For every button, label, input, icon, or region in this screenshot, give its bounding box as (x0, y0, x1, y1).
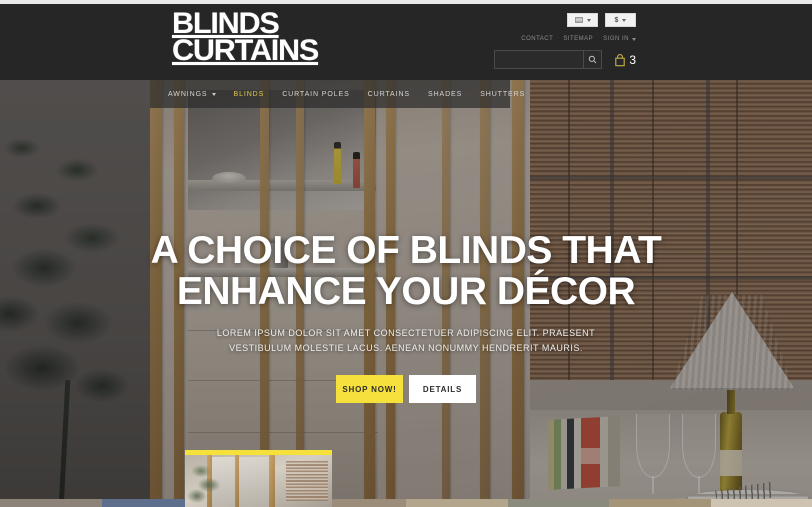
nav-item-awnings[interactable]: AWNINGS (168, 91, 216, 98)
hero-title: A CHOICE OF BLINDS THAT ENHANCE YOUR DÉC… (150, 229, 662, 313)
nav-item-label: BLINDS (233, 90, 265, 98)
shop-now-button[interactable]: SHOP NOW! (336, 375, 403, 403)
thumbnail-slat (269, 455, 275, 507)
nav-item-blinds[interactable]: BLINDS (234, 91, 265, 98)
thumbnail-edge[interactable] (0, 499, 102, 507)
contact-link[interactable]: CONTACT (521, 36, 553, 42)
nav-item-label: CURTAINS (367, 90, 410, 98)
search-button[interactable] (583, 51, 602, 68)
hero-buttons: SHOP NOW! DETAILS (0, 375, 812, 403)
shopping-bag-icon (615, 53, 626, 66)
chevron-down-icon (211, 92, 216, 96)
nav-item-label: SHADES (428, 90, 463, 98)
cart-count: 3 (629, 52, 636, 67)
search-form (494, 50, 603, 69)
currency-select[interactable]: $ (605, 13, 636, 27)
sitemap-link[interactable]: SITEMAP (563, 36, 593, 42)
utility-links: CONTACT SITEMAP SIGN IN (521, 36, 636, 42)
main-navigation: AWNINGS BLINDS CURTAIN POLES CURTAINS SH… (150, 80, 524, 108)
nav-item-shades[interactable]: SHADES (428, 91, 462, 98)
slider-thumbnail-active[interactable] (185, 450, 332, 507)
thumbnail-slat (235, 455, 239, 507)
nav-item-curtains[interactable]: CURTAINS (368, 91, 410, 98)
flag-icon (574, 17, 583, 23)
thumbnail-image (185, 455, 332, 507)
site-header: BLINDS CURTAINS $ CONTACT SITEMAP SIGN I… (0, 4, 812, 80)
nav-item-label: CURTAIN POLES (282, 90, 350, 98)
language-select[interactable] (567, 13, 598, 27)
hero-subtitle: LOREM IPSUM DOLOR SIT AMET CONSECTETUER … (216, 328, 596, 353)
nav-item-curtain-poles[interactable]: CURTAIN POLES (282, 91, 349, 98)
nav-item-shutters[interactable]: SHUTTERS (480, 91, 525, 98)
thumbnail-blinds (286, 461, 328, 501)
chevron-down-icon (622, 18, 627, 22)
dollar-icon: $ (614, 16, 619, 24)
nav-item-label: SHUTTERS (480, 90, 526, 98)
signin-link[interactable]: SIGN IN (603, 36, 636, 42)
logo-line-curtains: CURTAINS (172, 34, 319, 67)
search-input[interactable] (495, 51, 584, 68)
nav-item-label: AWNINGS (168, 90, 208, 98)
hero-content: A CHOICE OF BLINDS THAT ENHANCE YOUR DÉC… (0, 230, 812, 403)
chevron-down-icon (586, 18, 591, 22)
thumbnail-plant (187, 463, 227, 507)
hero-slider: AWNINGS BLINDS CURTAIN POLES CURTAINS SH… (0, 80, 812, 507)
slider-thumbnails (185, 440, 812, 507)
chevron-down-icon (632, 37, 636, 41)
search-and-cart: 3 (494, 50, 636, 69)
cart-button[interactable]: 3 (614, 53, 636, 67)
signin-label: SIGN IN (603, 36, 629, 42)
header-selectors: $ (567, 13, 636, 27)
logo-line-blinds: BLINDS (172, 7, 280, 40)
page-root: BLINDS CURTAINS $ CONTACT SITEMAP SIGN I… (0, 0, 812, 507)
details-button[interactable]: DETAILS (409, 375, 476, 403)
site-logo[interactable]: BLINDS CURTAINS (172, 7, 319, 67)
search-icon (589, 55, 597, 64)
